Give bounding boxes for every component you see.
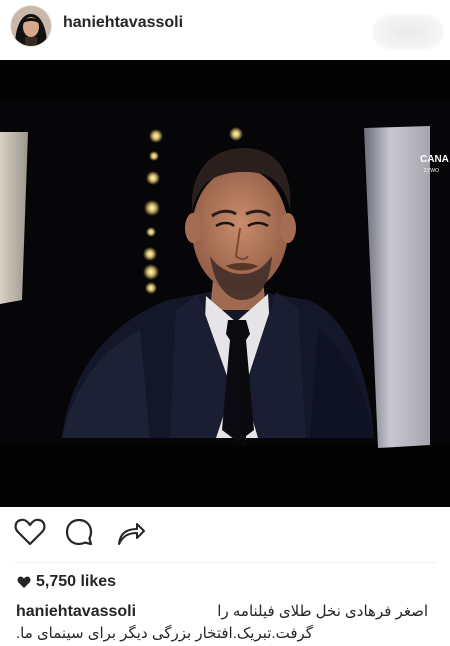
heart-filled-icon [17,575,31,589]
broadcast-logo-sub: ΣΥWO [424,168,439,174]
broadcast-logo: CANA [420,154,449,165]
share-arrow-icon[interactable] [113,515,147,549]
blurred-region [372,14,444,50]
heart-outline-icon[interactable] [13,515,47,549]
avatar[interactable] [11,6,51,46]
likes-count[interactable]: 5,750 likes [17,573,116,591]
caption-line-1: اصغر فرهادی نخل طلای فیلنامه را [217,603,428,620]
divider [14,562,436,563]
post-actions [0,515,450,555]
likes-text: 5,750 likes [36,573,117,590]
caption-username[interactable]: haniehtavassoli [16,601,136,623]
post-photo[interactable]: CANA ΣΥWO [0,60,450,507]
caption-line-2: .گرفت.تبریک.افتخار بزرگی دیگر برای سینما… [16,625,313,642]
comment-bubble-icon[interactable] [62,515,96,549]
post-author-username[interactable]: haniehtavassoli [63,14,183,32]
post-header: haniehtavassoli [0,0,450,52]
